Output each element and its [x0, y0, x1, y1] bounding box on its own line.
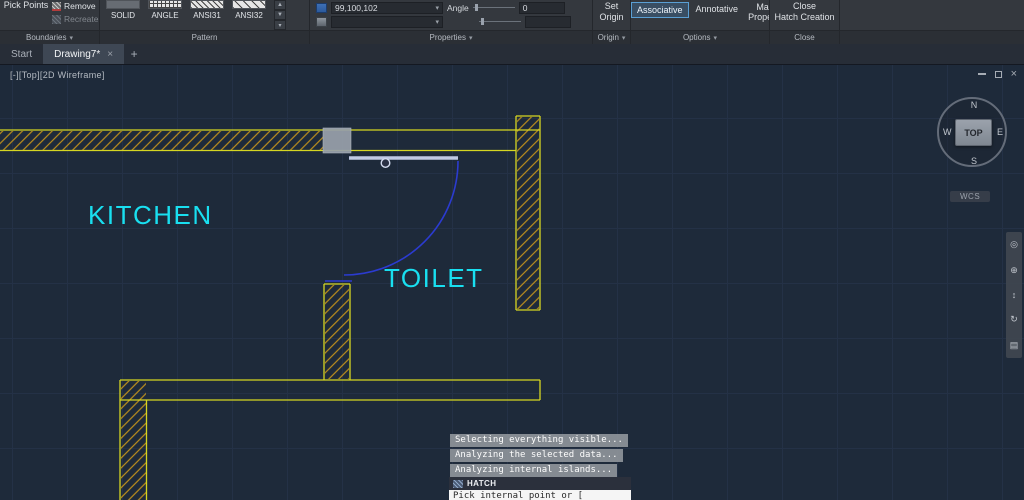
active-command-header: HATCH — [449, 477, 631, 490]
remove-icon — [52, 2, 61, 11]
hatch-color-dropdown[interactable]: 99,100,102▾ — [331, 2, 443, 14]
chevron-down-icon: ▾ — [435, 4, 439, 12]
left-wall-hatch[interactable] — [121, 381, 146, 500]
compass-east[interactable]: E — [997, 127, 1003, 137]
command-message: Selecting everything visible... — [450, 434, 628, 447]
panel-label-options[interactable]: Options▾ — [631, 30, 769, 44]
pattern-swatch-ansi31[interactable]: ANSI31 — [186, 0, 228, 30]
compass-west[interactable]: W — [943, 127, 952, 137]
pattern-thumb-ansi31-icon — [190, 0, 224, 9]
tab-close-icon[interactable]: × — [107, 49, 113, 60]
selected-wall-segment[interactable] — [323, 128, 351, 153]
pattern-gallery-expand-button[interactable]: ▾ — [274, 20, 286, 30]
viewcube-compass: N S W E TOP — [929, 93, 1019, 177]
file-tab-bar: Start Drawing7*× + — [0, 44, 1024, 65]
panel-label-close: Close — [770, 30, 839, 44]
tab-drawing7[interactable]: Drawing7*× — [43, 44, 124, 64]
panel-boundaries: Pick Points Remove Recreate Boundaries▾ — [0, 0, 100, 44]
viewcube-top-face[interactable]: TOP — [955, 119, 992, 146]
chevron-down-icon: ▾ — [435, 18, 439, 26]
pan-icon[interactable]: ⊕ — [1010, 265, 1018, 276]
pattern-thumb-ansi32-icon — [232, 0, 266, 9]
command-message: Analyzing the selected data... — [450, 449, 623, 462]
model-space-canvas[interactable]: KITCHEN TOILET [-][Top][2D Wireframe] × … — [0, 65, 1024, 500]
ribbon-hatch-creation: Pick Points Remove Recreate Boundaries▾ … — [0, 0, 1024, 44]
zoom-icon[interactable]: ↕ — [1012, 290, 1017, 300]
panel-origin: SetOrigin Origin▾ — [593, 0, 631, 44]
middle-wall-hatch[interactable] — [325, 285, 349, 379]
hatch-command-icon — [453, 480, 463, 488]
panel-properties: 99,100,102▾ Angle 0 ▾ Properties▾ — [310, 0, 593, 44]
minimize-icon[interactable] — [978, 73, 986, 75]
navigation-bar: ◎ ⊕ ↕ ↻ ▤ — [1006, 232, 1022, 358]
panel-options: Associative Annotative MatchProperties O… — [631, 0, 770, 44]
panel-expand-icon: ▾ — [69, 34, 73, 42]
pattern-thumb-solid-icon — [106, 0, 140, 9]
tab-start[interactable]: Start — [0, 44, 43, 64]
kitchen-label[interactable]: KITCHEN — [88, 200, 213, 230]
hatch-color-icon — [316, 3, 327, 13]
recreate-boundary-button[interactable]: Recreate — [52, 14, 99, 24]
pattern-swatch-ansi32[interactable]: ANSI32 — [228, 0, 270, 30]
pattern-swatch-solid[interactable]: SOLID — [102, 0, 144, 30]
top-wall-hatch[interactable] — [0, 131, 323, 150]
compass-south[interactable]: S — [929, 156, 1019, 166]
command-message: Analyzing internal islands... — [450, 464, 617, 477]
transparency-slider[interactable] — [479, 16, 521, 27]
viewport-controls[interactable]: [-][Top][2D Wireframe] — [10, 70, 105, 80]
angle-slider[interactable] — [473, 2, 515, 13]
drawing-window-controls: × — [978, 69, 1017, 79]
match-properties-button[interactable]: MatchProperties — [745, 2, 769, 23]
pattern-swatch-angle[interactable]: ANGLE — [144, 0, 186, 30]
toilet-label[interactable]: TOILET — [384, 263, 484, 293]
grip-point[interactable] — [381, 159, 390, 168]
angle-input[interactable]: 0 — [519, 2, 565, 14]
panel-expand-icon: ▾ — [714, 34, 718, 42]
remove-boundary-button[interactable]: Remove — [52, 1, 99, 11]
associative-toggle[interactable]: Associative — [631, 2, 689, 18]
background-color-icon — [316, 17, 327, 27]
pattern-scroll-up-button[interactable]: ▲ — [274, 0, 286, 10]
scale-input[interactable] — [525, 16, 571, 28]
showmotion-icon[interactable]: ▤ — [1010, 340, 1019, 351]
restore-icon[interactable] — [995, 71, 1002, 78]
ribbon-empty-area — [840, 0, 1024, 44]
pattern-thumb-angle-icon — [148, 0, 182, 9]
recreate-icon — [52, 15, 61, 24]
close-hatch-creation-button[interactable]: CloseHatch Creation — [774, 1, 834, 30]
orbit-icon[interactable]: ↻ — [1010, 314, 1018, 325]
pick-points-button[interactable]: Pick Points — [0, 0, 52, 30]
annotative-toggle[interactable]: Annotative — [691, 2, 744, 16]
panel-label-origin[interactable]: Origin▾ — [593, 30, 630, 44]
wcs-badge[interactable]: WCS — [950, 191, 990, 202]
panel-pattern: SOLID ANGLE ANSI31 ANSI32 ▲ ▼ ▾ Pattern — [100, 0, 310, 44]
pattern-scroll-down-button[interactable]: ▼ — [274, 10, 286, 20]
set-origin-button[interactable]: SetOrigin — [599, 1, 623, 30]
background-color-dropdown[interactable]: ▾ — [331, 16, 443, 28]
new-drawing-tab-button[interactable]: + — [124, 44, 144, 64]
compass-north[interactable]: N — [929, 100, 1019, 110]
panel-label-pattern[interactable]: Pattern — [100, 30, 309, 44]
right-wall-hatch[interactable] — [517, 117, 539, 309]
steering-wheel-icon[interactable]: ◎ — [1010, 239, 1018, 250]
panel-expand-icon: ▾ — [469, 34, 473, 42]
command-line-box: HATCH Pick internal point or [ — [449, 477, 631, 500]
autocad-window: Pick Points Remove Recreate Boundaries▾ … — [0, 0, 1024, 500]
panel-label-boundaries[interactable]: Boundaries▾ — [0, 30, 99, 44]
active-command-name: HATCH — [467, 479, 496, 488]
panel-expand-icon: ▾ — [622, 34, 626, 42]
panel-close: CloseHatch Creation Close — [770, 0, 840, 44]
angle-label: Angle — [447, 3, 469, 13]
panel-label-properties[interactable]: Properties▾ — [310, 30, 592, 44]
command-prompt-input[interactable]: Pick internal point or [ — [449, 490, 631, 500]
close-icon[interactable]: × — [1011, 69, 1017, 79]
